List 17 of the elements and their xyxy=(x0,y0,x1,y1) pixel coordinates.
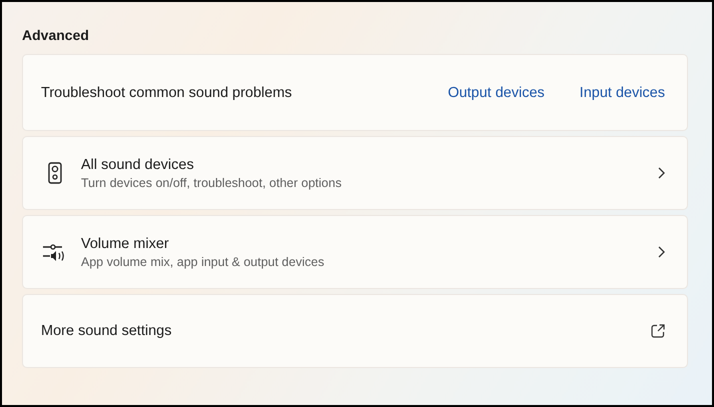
row-title: Volume mixer xyxy=(81,236,170,252)
speaker-icon xyxy=(48,162,62,184)
chevron-right-icon xyxy=(658,246,665,258)
volume-mixer-icon xyxy=(43,242,67,262)
chevron-right-icon xyxy=(658,167,665,179)
settings-card[interactable]: All sound devices Turn devices on/off, troubleshoot, other options xyxy=(22,136,688,210)
external-link-icon xyxy=(651,324,665,338)
row-title: All sound devices xyxy=(81,156,195,172)
link[interactable]: Output devices xyxy=(448,84,545,100)
row-subtitle: Turn devices on/off, troubleshoot, other options xyxy=(81,176,343,190)
row-title: Troubleshoot common sound problems xyxy=(41,84,292,100)
settings-card[interactable]: Volume mixer App volume mix, app input & output devices xyxy=(22,215,688,289)
link[interactable]: Input devices xyxy=(580,84,665,100)
row-subtitle: App volume mix, app input & output devices xyxy=(81,254,326,268)
settings-card[interactable]: More sound settings xyxy=(22,294,688,368)
row-title: More sound settings xyxy=(41,323,173,339)
section-title: Advanced xyxy=(22,26,90,44)
